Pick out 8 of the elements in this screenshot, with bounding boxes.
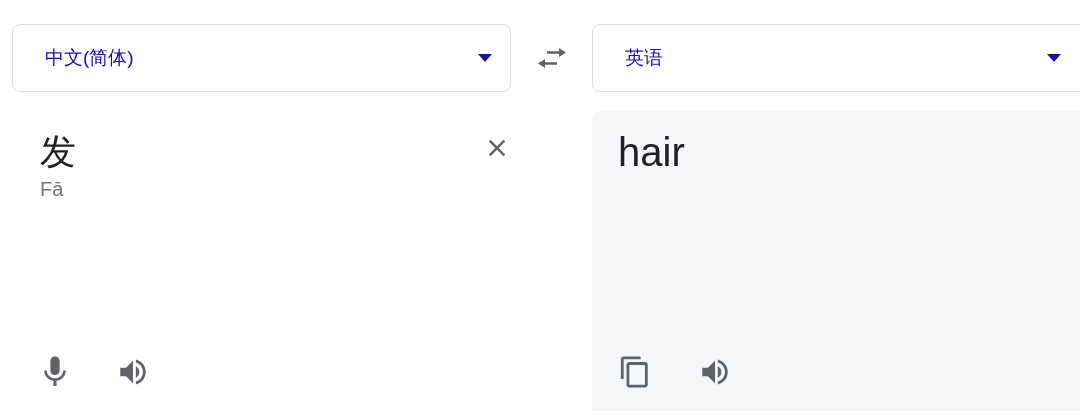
caret-icon xyxy=(1047,54,1061,62)
swap-icon[interactable] xyxy=(536,47,567,69)
translation-text: hair xyxy=(618,130,686,175)
target-language-dropdown[interactable]: 英语 xyxy=(592,24,1080,92)
romanization: Fā xyxy=(40,178,65,201)
source-language-dropdown[interactable]: 中文(简体) xyxy=(12,24,511,92)
caret-icon xyxy=(478,54,492,62)
source-text-field[interactable]: 发 xyxy=(40,128,440,176)
